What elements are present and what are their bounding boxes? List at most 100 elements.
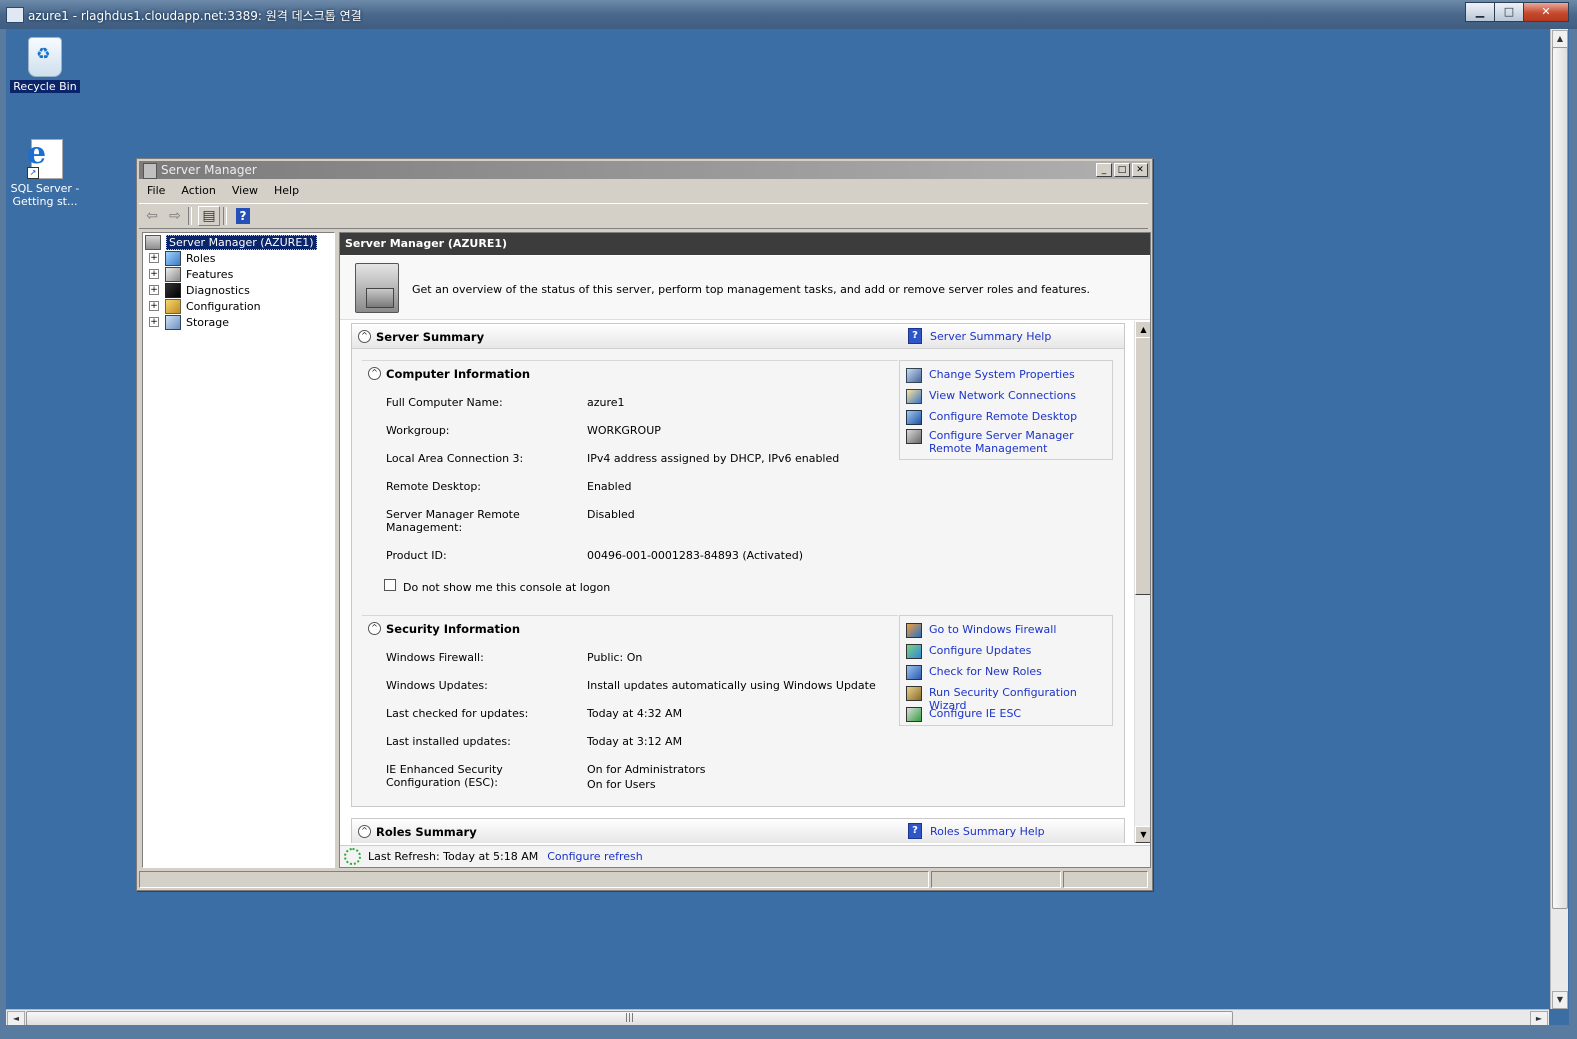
roles-summary-help-link[interactable]: ? Roles Summary Help (908, 823, 1045, 839)
tree-item-storage[interactable]: + Storage (149, 314, 229, 330)
info-value: On for Users (587, 778, 656, 791)
roles-summary-header: ^ Roles Summary ? Roles Summary Help (352, 819, 1124, 843)
internet-explorer-icon: e ↗ (25, 139, 65, 179)
rdp-horizontal-scrollbar[interactable]: ◄ ||| ► (6, 1009, 1549, 1027)
menu-view[interactable]: View (224, 181, 266, 201)
rdp-vertical-scrollbar[interactable]: ▲ ▼ (1550, 29, 1568, 1009)
tree-item-label: Roles (186, 251, 216, 265)
info-value: Disabled (587, 508, 635, 521)
server-summary-help-link[interactable]: ? Server Summary Help (908, 328, 1051, 344)
maximize-button[interactable]: □ (1114, 163, 1130, 177)
scroll-down-button[interactable]: ▼ (1135, 826, 1150, 843)
collapse-chevron-icon[interactable]: ^ (368, 622, 381, 635)
configure-remote-desktop-link[interactable]: Configure Remote Desktop (906, 410, 1077, 425)
scroll-up-button[interactable]: ▲ (1135, 321, 1150, 338)
intro-banner: Get an overview of the status of this se… (340, 256, 1150, 320)
help-icon: ? (908, 823, 922, 839)
server-summary-header: ^ Server Summary ? Server Summary Help (352, 324, 1124, 349)
tree-item-label: Diagnostics (186, 283, 250, 297)
check-for-new-roles-link[interactable]: Check for New Roles (906, 665, 1042, 680)
tree-item-label: Storage (186, 315, 230, 329)
roles-icon (165, 250, 181, 266)
server-manager-titlebar[interactable]: Server Manager _ □ ✕ (139, 161, 1150, 179)
desktop-icon-recycle-bin[interactable]: Recycle Bin (10, 37, 80, 93)
expand-icon[interactable]: + (149, 253, 159, 263)
collapse-chevron-icon[interactable]: ^ (358, 825, 371, 838)
detail-scroll-area[interactable]: ^ Server Summary ? Server Summary Help ^… (340, 321, 1150, 843)
rdp-scroll-down-button[interactable]: ▼ (1552, 991, 1568, 1009)
server-icon (145, 234, 161, 250)
rdp-vertical-thumb[interactable] (1552, 47, 1568, 909)
info-label: Product ID: (386, 549, 447, 562)
back-arrow-icon[interactable]: ⇦ (142, 207, 162, 225)
rdp-close-button[interactable]: ✕ (1523, 2, 1569, 22)
configure-remote-management-link[interactable]: Configure Server Manager Remote Manageme… (906, 429, 1106, 455)
configure-ie-esc-link[interactable]: Configure IE ESC (906, 707, 1021, 722)
computer-information-title: Computer Information (386, 367, 531, 381)
remote-desktop-icon (906, 410, 922, 425)
remote-management-icon (906, 429, 922, 444)
remote-desktop-icon (6, 7, 24, 23)
collapse-chevron-icon[interactable]: ^ (368, 367, 381, 380)
server-manager-large-icon (355, 263, 399, 313)
check-roles-icon (906, 665, 922, 680)
console-tree: Server Manager (AZURE1) + Roles + Featur… (142, 232, 335, 868)
tree-item-configuration[interactable]: + Configuration (149, 298, 261, 314)
rdp-horizontal-thumb[interactable]: ||| (26, 1011, 1233, 1026)
collapse-chevron-icon[interactable]: ^ (358, 330, 371, 343)
refresh-icon (344, 848, 361, 865)
rdp-maximize-button[interactable]: □ (1494, 2, 1524, 22)
scroll-thumb[interactable] (1135, 337, 1150, 595)
info-value: WORKGROUP (587, 424, 661, 437)
close-button[interactable]: ✕ (1132, 163, 1148, 177)
do-not-show-label[interactable]: Do not show me this console at logon (403, 581, 610, 594)
status-cell (139, 871, 930, 888)
expand-icon[interactable]: + (149, 317, 159, 327)
desktop-icon-label: SQL Server - Getting st... (10, 182, 80, 208)
roles-summary-title: Roles Summary (376, 825, 477, 839)
security-wizard-icon (906, 686, 922, 701)
help-link-label: Server Summary Help (930, 329, 1052, 343)
menu-action[interactable]: Action (173, 181, 223, 201)
toolbar-separator (188, 207, 192, 225)
menu-help[interactable]: Help (266, 181, 307, 201)
ie-esc-icon (906, 707, 922, 722)
task-label: Configure Updates (929, 644, 1032, 657)
configure-updates-link[interactable]: Configure Updates (906, 644, 1031, 659)
divider (362, 360, 898, 361)
expand-icon[interactable]: + (149, 301, 159, 311)
info-label: Last checked for updates: (386, 707, 529, 720)
help-toolbar-button[interactable]: ? (233, 207, 253, 225)
show-hide-console-tree-icon[interactable]: ▤ (198, 206, 220, 226)
info-value: 00496-001-0001283-84893 (Activated) (587, 549, 804, 562)
tree-item-roles[interactable]: + Roles (149, 250, 215, 266)
detail-vertical-scrollbar[interactable]: ▲ ▼ (1134, 321, 1150, 843)
do-not-show-checkbox[interactable] (384, 579, 396, 591)
rdp-titlebar[interactable]: azure1 - rlaghdus1.cloudapp.net:3389: 원격… (0, 0, 1577, 29)
minimize-button[interactable]: _ (1096, 163, 1112, 177)
go-to-windows-firewall-link[interactable]: Go to Windows Firewall (906, 623, 1056, 638)
status-bar (139, 871, 1150, 888)
storage-icon (165, 314, 181, 330)
forward-arrow-icon[interactable]: ⇨ (165, 207, 185, 225)
menu-file[interactable]: File (139, 181, 173, 201)
desktop-icon-sql-server[interactable]: e ↗ SQL Server - Getting st... (10, 139, 80, 209)
expand-icon[interactable]: + (149, 269, 159, 279)
rdp-frame-bottom (0, 1025, 1577, 1039)
server-manager-window: Server Manager _ □ ✕ File Action View He… (136, 158, 1153, 891)
info-value: azure1 (587, 396, 625, 409)
rdp-minimize-button[interactable]: ▁ (1465, 2, 1495, 22)
task-label: Check for New Roles (929, 665, 1042, 678)
view-network-connections-link[interactable]: View Network Connections (906, 389, 1076, 404)
tree-item-features[interactable]: + Features (149, 266, 233, 282)
tree-item-diagnostics[interactable]: + Diagnostics (149, 282, 250, 298)
expand-icon[interactable]: + (149, 285, 159, 295)
rdp-scroll-up-button[interactable]: ▲ (1552, 30, 1568, 48)
last-refresh-text: Last Refresh: Today at 5:18 AM (368, 850, 539, 863)
tree-item-server-manager[interactable]: Server Manager (AZURE1) (145, 234, 317, 250)
tree-item-label: Configuration (186, 299, 261, 313)
change-system-properties-link[interactable]: Change System Properties (906, 368, 1075, 383)
detail-pane: Server Manager (AZURE1) Get an overview … (339, 232, 1151, 868)
configure-refresh-link[interactable]: Configure refresh (547, 850, 642, 863)
help-icon: ? (236, 208, 250, 224)
